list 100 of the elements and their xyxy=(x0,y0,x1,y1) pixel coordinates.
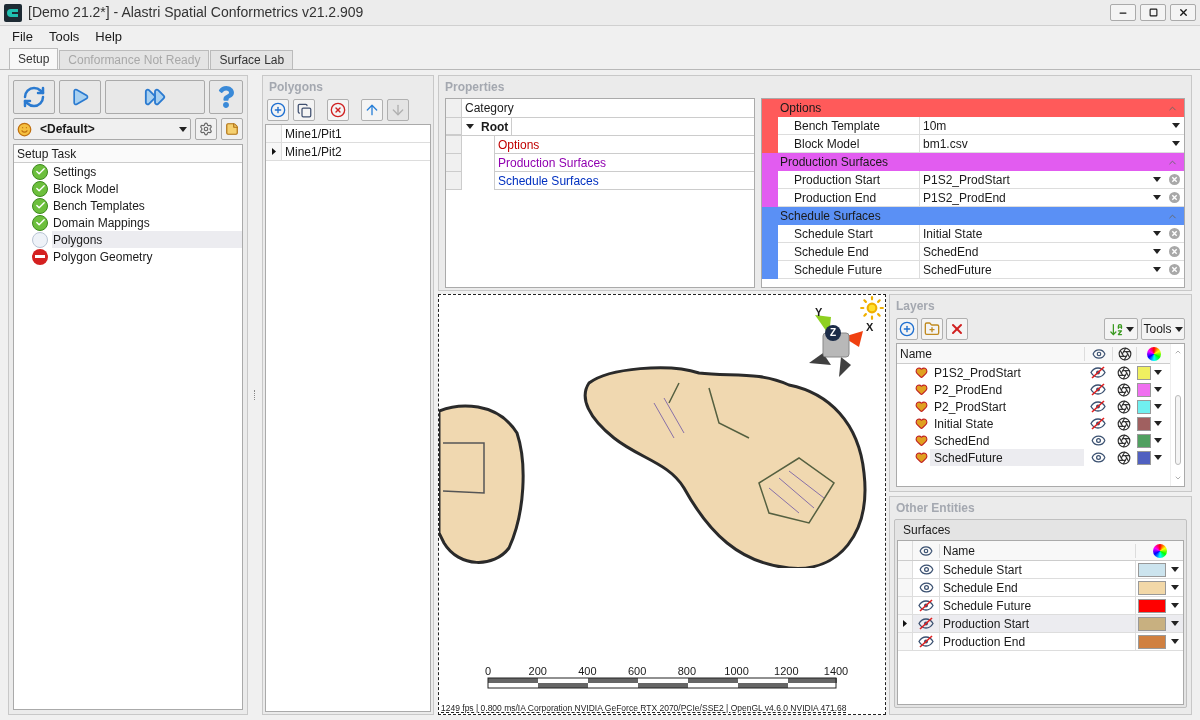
color-swatch[interactable] xyxy=(1137,399,1151,414)
scroll-down-icon[interactable] xyxy=(1173,474,1182,482)
3d-viewport[interactable]: Y Z X 0 200 400 600 800 1000 1200 1400 1249 fps | 0.800 ms/IA Corporation NVIDIA GeForce RTX 2070/PCIe/SSE2 | OpenGL v4.6.0 NVIDIA 471.68 xyxy=(438,294,886,715)
task-item[interactable]: Settings xyxy=(52,163,242,180)
color-swatch[interactable] xyxy=(1137,433,1151,448)
menu-item[interactable]: File xyxy=(6,27,39,47)
color-swatch[interactable] xyxy=(1138,580,1166,595)
color-swatch[interactable] xyxy=(1137,416,1151,431)
tree-item[interactable]: Options xyxy=(494,136,754,154)
delete-button[interactable] xyxy=(946,318,968,340)
property-value-field[interactable]: Initial State xyxy=(920,225,1184,243)
layer-item[interactable]: P2_ProdStart xyxy=(930,398,1084,415)
color-swatch[interactable] xyxy=(1137,382,1151,397)
add-folder-button[interactable] xyxy=(921,318,943,340)
eye-icon[interactable] xyxy=(1090,433,1106,448)
maximize-button[interactable] xyxy=(1140,4,1166,21)
scrollbar-thumb[interactable] xyxy=(1174,395,1181,465)
aperture-icon[interactable] xyxy=(1117,382,1131,397)
property-value-field[interactable]: SchedFuture xyxy=(920,261,1184,279)
row-header-cell[interactable] xyxy=(266,143,282,160)
tree-item[interactable]: Schedule Surfaces xyxy=(494,172,754,190)
polygon-item[interactable]: Mine1/Pit1 xyxy=(282,125,430,142)
clear-icon[interactable] xyxy=(1169,246,1180,257)
profile-dropdown[interactable]: <Default> xyxy=(13,118,191,140)
delete-button[interactable] xyxy=(327,99,349,121)
move-up-button[interactable] xyxy=(361,99,383,121)
task-item[interactable]: Block Model xyxy=(52,180,242,197)
layer-item[interactable]: SchedFuture xyxy=(930,449,1084,466)
note-button[interactable] xyxy=(221,118,243,140)
menu-item[interactable]: Tools xyxy=(42,27,86,47)
tab[interactable]: Surface Lab xyxy=(210,50,294,69)
task-item[interactable]: Bench Templates xyxy=(52,197,242,214)
add-button[interactable] xyxy=(267,99,289,121)
row-header-cell[interactable] xyxy=(898,615,913,632)
group-header[interactable]: Schedule Surfaces xyxy=(762,207,1184,225)
settings-button[interactable] xyxy=(195,118,217,140)
surface-item[interactable]: Schedule Start xyxy=(940,560,1135,579)
aperture-icon[interactable] xyxy=(1117,450,1131,465)
tools-dropdown[interactable]: Tools xyxy=(1141,318,1185,340)
clear-icon[interactable] xyxy=(1169,192,1180,203)
row-header-cell[interactable] xyxy=(898,561,913,578)
surface-item[interactable]: Production End xyxy=(940,632,1135,651)
sort-button[interactable] xyxy=(1104,318,1138,340)
row-header-cell[interactable] xyxy=(266,125,282,142)
eye-icon[interactable] xyxy=(918,562,934,577)
aperture-icon[interactable] xyxy=(1117,416,1131,431)
close-button[interactable] xyxy=(1170,4,1196,21)
fast-forward-button[interactable] xyxy=(105,80,205,114)
aperture-icon[interactable] xyxy=(1117,365,1131,380)
color-swatch[interactable] xyxy=(1138,598,1166,613)
row-header-cell[interactable] xyxy=(898,597,913,614)
minimize-button[interactable] xyxy=(1110,4,1136,21)
eye-icon[interactable] xyxy=(918,580,934,595)
property-value-field[interactable]: SchedEnd xyxy=(920,243,1184,261)
eye-crossed-icon[interactable] xyxy=(918,616,934,631)
task-item[interactable]: Domain Mappings xyxy=(52,214,242,231)
eye-crossed-icon[interactable] xyxy=(1090,365,1106,380)
group-header[interactable]: Options xyxy=(762,99,1184,117)
tree-item[interactable]: Production Surfaces xyxy=(494,154,754,172)
property-value-field[interactable]: 10m xyxy=(920,117,1184,135)
row-header-cell[interactable] xyxy=(898,579,913,596)
aperture-icon[interactable] xyxy=(1117,399,1131,414)
help-button[interactable] xyxy=(209,80,243,114)
eye-crossed-icon[interactable] xyxy=(918,634,934,649)
sun-icon[interactable] xyxy=(859,295,885,321)
clear-icon[interactable] xyxy=(1169,228,1180,239)
scroll-up-icon[interactable] xyxy=(1173,348,1182,356)
color-swatch[interactable] xyxy=(1138,634,1166,649)
eye-crossed-icon[interactable] xyxy=(1090,416,1106,431)
play-button[interactable] xyxy=(59,80,101,114)
eye-crossed-icon[interactable] xyxy=(918,598,934,613)
surface-item[interactable]: Schedule Future xyxy=(940,596,1135,615)
tree-item[interactable]: Root xyxy=(478,118,513,135)
layer-item[interactable]: SchedEnd xyxy=(930,432,1084,449)
task-item[interactable]: Polygon Geometry xyxy=(52,248,242,265)
menu-item[interactable]: Help xyxy=(89,27,129,47)
add-button[interactable] xyxy=(896,318,918,340)
color-swatch[interactable] xyxy=(1137,450,1151,465)
scrollbar[interactable] xyxy=(1170,344,1184,486)
copy-button[interactable] xyxy=(293,99,315,121)
clear-icon[interactable] xyxy=(1169,174,1180,185)
color-swatch[interactable] xyxy=(1137,365,1151,380)
layer-item[interactable]: Initial State xyxy=(930,415,1084,432)
tab[interactable]: Setup xyxy=(9,48,59,69)
row-header-cell[interactable] xyxy=(898,633,913,650)
layer-item[interactable]: P2_ProdEnd xyxy=(930,381,1084,398)
refresh-button[interactable] xyxy=(13,80,55,114)
color-swatch[interactable] xyxy=(1138,616,1166,631)
aperture-icon[interactable] xyxy=(1117,433,1131,448)
eye-crossed-icon[interactable] xyxy=(1090,399,1106,414)
surface-item[interactable]: Schedule End xyxy=(940,578,1135,597)
task-item[interactable]: Polygons xyxy=(52,231,242,248)
eye-icon[interactable] xyxy=(1090,450,1106,465)
layer-item[interactable]: P1S2_ProdStart xyxy=(930,364,1084,381)
eye-crossed-icon[interactable] xyxy=(1090,382,1106,397)
color-swatch[interactable] xyxy=(1138,562,1166,577)
polygon-item[interactable]: Mine1/Pit2 xyxy=(282,143,430,160)
property-value-field[interactable]: P1S2_ProdStart xyxy=(920,171,1184,189)
clear-icon[interactable] xyxy=(1169,264,1180,275)
group-header[interactable]: Production Surfaces xyxy=(762,153,1184,171)
